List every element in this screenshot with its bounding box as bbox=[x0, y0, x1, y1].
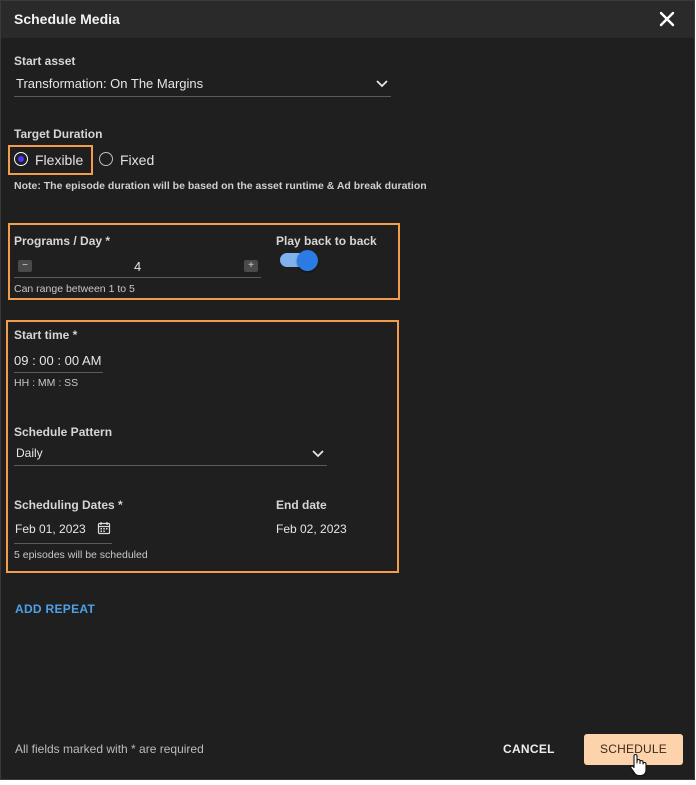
play-back-toggle-knob[interactable] bbox=[297, 250, 318, 271]
programs-value[interactable]: 4 bbox=[134, 259, 141, 274]
fixed-radio[interactable] bbox=[99, 152, 113, 166]
flexible-label: Flexible bbox=[35, 152, 84, 168]
chevron-down-icon bbox=[312, 450, 324, 458]
required-note: All fields marked with * are required bbox=[15, 742, 204, 756]
fixed-radio-option[interactable]: Fixed bbox=[98, 151, 158, 169]
end-date-value: Feb 02, 2023 bbox=[276, 522, 347, 536]
pattern-underline bbox=[14, 465, 327, 466]
fixed-label: Fixed bbox=[120, 152, 155, 168]
start-date-underline bbox=[14, 543, 112, 544]
start-time-hint: HH : MM : SS bbox=[14, 377, 79, 389]
decrement-button[interactable]: − bbox=[18, 260, 32, 272]
programs-underline bbox=[14, 277, 261, 278]
start-asset-underline bbox=[14, 96, 391, 97]
duration-note: Note: The episode duration will be based… bbox=[14, 180, 427, 192]
start-asset-value: Transformation: On The Margins bbox=[16, 76, 204, 91]
play-back-label: Play back to back bbox=[276, 234, 377, 248]
start-date-value: Feb 01, 2023 bbox=[15, 522, 86, 536]
cancel-button[interactable]: CANCEL bbox=[503, 742, 555, 756]
flexible-radio-option[interactable]: Flexible bbox=[13, 151, 89, 169]
start-time-label: Start time * bbox=[14, 328, 78, 342]
target-duration-label: Target Duration bbox=[14, 127, 103, 141]
programs-hint: Can range between 1 to 5 bbox=[14, 283, 135, 295]
close-icon[interactable] bbox=[658, 10, 676, 28]
end-date-label: End date bbox=[276, 498, 327, 512]
chevron-down-icon bbox=[376, 80, 388, 88]
start-asset-label: Start asset bbox=[14, 54, 76, 68]
start-date-input[interactable]: Feb 01, 2023 bbox=[14, 518, 112, 540]
start-asset-select[interactable]: Transformation: On The Margins bbox=[14, 71, 391, 97]
episodes-hint: 5 episodes will be scheduled bbox=[14, 549, 148, 561]
dates-label: Scheduling Dates * bbox=[14, 498, 123, 512]
dialog-titlebar: Schedule Media bbox=[1, 1, 694, 38]
start-time-underline bbox=[14, 372, 103, 373]
dialog-title: Schedule Media bbox=[14, 11, 120, 27]
calendar-icon[interactable] bbox=[97, 521, 111, 535]
pattern-value: Daily bbox=[16, 446, 43, 460]
schedule-media-dialog: Schedule Media Start asset Transformatio… bbox=[0, 0, 695, 780]
flexible-radio[interactable] bbox=[14, 152, 28, 166]
start-time-input[interactable]: 09 : 00 : 00 AM bbox=[14, 353, 101, 368]
hand-cursor-icon bbox=[630, 754, 647, 777]
add-repeat-button[interactable]: ADD REPEAT bbox=[15, 602, 95, 616]
increment-button[interactable]: + bbox=[244, 260, 258, 272]
pattern-label: Schedule Pattern bbox=[14, 425, 113, 439]
programs-label: Programs / Day * bbox=[14, 234, 111, 248]
pattern-select[interactable]: Daily bbox=[14, 441, 327, 465]
